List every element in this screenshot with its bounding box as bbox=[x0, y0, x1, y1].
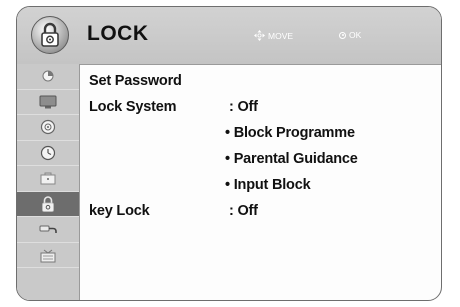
ok-button-icon bbox=[339, 31, 346, 39]
sidebar-item-channel[interactable] bbox=[17, 243, 79, 268]
lock-system-label: Lock System bbox=[89, 99, 177, 115]
picture-icon bbox=[42, 70, 54, 82]
sidebar-item-option[interactable] bbox=[17, 166, 79, 192]
lock-icon bbox=[42, 195, 54, 212]
input-block-label: • Input Block bbox=[225, 177, 311, 193]
block-programme-label: • Block Programme bbox=[225, 125, 355, 141]
key-lock-label: key Lock bbox=[89, 203, 150, 219]
clock-icon bbox=[40, 145, 56, 160]
key-lock-value: : Off bbox=[229, 203, 258, 219]
menu-content: Set Password Lock System : Off • Block P… bbox=[89, 64, 441, 300]
sidebar-item-picture[interactable] bbox=[17, 64, 79, 90]
lock-icon bbox=[31, 16, 69, 54]
channel-icon bbox=[40, 249, 56, 263]
parental-guidance-label: • Parental Guidance bbox=[225, 151, 358, 167]
sidebar-item-input[interactable] bbox=[17, 217, 79, 243]
options-icon bbox=[40, 172, 56, 185]
page-title: LOCK bbox=[87, 22, 149, 45]
input-icon bbox=[39, 225, 57, 234]
lock-menu-panel: LOCK MOVE OK Set Password Lock System: … bbox=[16, 6, 442, 301]
sidebar-item-lock[interactable] bbox=[17, 191, 79, 217]
ok-hint: OK bbox=[339, 30, 361, 40]
audio-icon bbox=[40, 120, 56, 135]
ok-hint-label: OK bbox=[349, 30, 362, 40]
move-hint: MOVE bbox=[254, 30, 293, 41]
sidebar-item-audio[interactable] bbox=[17, 115, 79, 141]
menu-header: LOCK MOVE OK bbox=[17, 7, 441, 65]
lock-system-value: : Off bbox=[229, 99, 258, 115]
screen-icon bbox=[39, 95, 57, 109]
sidebar-item-screen[interactable] bbox=[17, 90, 79, 115]
sidebar bbox=[17, 64, 80, 300]
set-password-label: Set Password bbox=[89, 73, 182, 89]
dpad-icon bbox=[254, 30, 265, 41]
sidebar-item-time[interactable] bbox=[17, 141, 79, 166]
move-hint-label: MOVE bbox=[268, 30, 294, 41]
